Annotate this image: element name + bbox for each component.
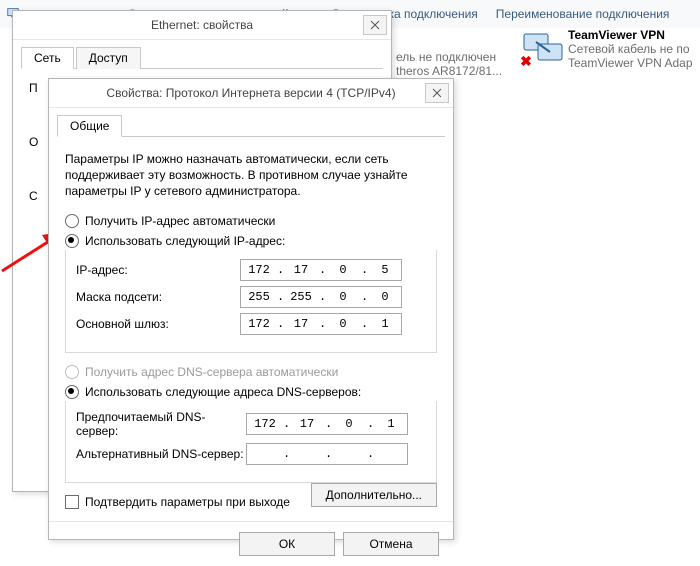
ip-group: IP-адрес: . . . Маска подсети: . . . О	[65, 250, 437, 353]
ipv4-window-titlebar[interactable]: Свойства: Протокол Интернета версии 4 (T…	[49, 79, 453, 108]
disconnected-x-icon: ✖	[519, 54, 533, 68]
input-gateway[interactable]: . . .	[240, 313, 402, 335]
dns2-o2[interactable]	[289, 446, 325, 462]
close-icon	[432, 88, 442, 98]
radio-manual-dns[interactable]	[65, 385, 79, 399]
vpn-adapter-status: Сетевой кабель не по	[568, 42, 700, 56]
ethernet-body-fragment3: С	[29, 189, 38, 203]
tab-network[interactable]: Сеть	[21, 47, 74, 69]
ethernet-tabs: Сеть Доступ	[21, 46, 383, 69]
ipv4-description: Параметры IP можно назначать автоматичес…	[65, 151, 437, 200]
dialog-button-row: ОК Отмена	[49, 521, 453, 566]
dns1-o3[interactable]	[331, 416, 367, 432]
gw-o3[interactable]	[325, 316, 361, 332]
cancel-button[interactable]: Отмена	[343, 532, 439, 556]
input-mask[interactable]: . . .	[240, 286, 402, 308]
close-icon	[370, 20, 380, 30]
label-mask: Маска подсети:	[76, 290, 240, 304]
label-ip: IP-адрес:	[76, 263, 240, 277]
bg-adapter-status: ель не подключен	[396, 50, 496, 64]
vpn-adapter-driver: TeamViewer VPN Adap	[568, 56, 700, 70]
ipv4-window-title: Свойства: Протокол Интернета версии 4 (T…	[106, 86, 395, 100]
tab-access[interactable]: Доступ	[76, 47, 141, 69]
mask-o1[interactable]	[241, 289, 277, 305]
vpn-adapter-title[interactable]: TeamViewer VPN	[568, 28, 700, 42]
mask-o2[interactable]	[283, 289, 319, 305]
checkbox-validate-on-exit[interactable]	[65, 495, 79, 509]
radio-auto-dns-label: Получить адрес DNS-сервера автоматически	[85, 365, 338, 379]
input-dns1[interactable]: . . .	[246, 413, 408, 435]
dns1-o4[interactable]	[373, 416, 409, 432]
radio-manual-ip-label: Использовать следующий IP-адрес:	[85, 234, 285, 248]
ethernet-body-fragment: П	[29, 81, 38, 95]
gw-o2[interactable]	[283, 316, 319, 332]
menu-rename[interactable]: Переименование подключения	[496, 7, 670, 21]
ipv4-close-button[interactable]	[425, 83, 449, 103]
tab-general[interactable]: Общие	[57, 115, 122, 137]
label-dns2: Альтернативный DNS-сервер:	[76, 447, 246, 461]
gw-o1[interactable]	[241, 316, 277, 332]
ipv4-properties-window: Свойства: Протокол Интернета версии 4 (T…	[48, 78, 454, 540]
ethernet-window-title: Ethernet: свойства	[151, 18, 253, 32]
ethernet-body-fragment2: О	[29, 135, 38, 149]
gw-o4[interactable]	[367, 316, 403, 332]
ipv4-tabs: Общие	[57, 114, 445, 137]
input-dns2[interactable]: . . .	[246, 443, 408, 465]
checkbox-validate-label: Подтвердить параметры при выходе	[85, 495, 290, 509]
advanced-button[interactable]: Дополнительно...	[311, 483, 437, 507]
label-gateway: Основной шлюз:	[76, 317, 240, 331]
ip-o1[interactable]	[241, 262, 277, 278]
radio-auto-ip[interactable]	[65, 214, 79, 228]
radio-auto-ip-label: Получить IP-адрес автоматически	[85, 214, 275, 228]
label-dns1: Предпочитаемый DNS-сервер:	[76, 410, 246, 438]
dns-group: Предпочитаемый DNS-сервер: . . . Альтерн…	[65, 401, 437, 483]
ethernet-close-button[interactable]	[363, 15, 387, 35]
dns1-o1[interactable]	[247, 416, 283, 432]
mask-o3[interactable]	[325, 289, 361, 305]
mask-o4[interactable]	[367, 289, 403, 305]
radio-manual-ip[interactable]	[65, 234, 79, 248]
ip-o2[interactable]	[283, 262, 319, 278]
radio-auto-dns	[65, 365, 79, 379]
radio-manual-dns-label: Использовать следующие адреса DNS-сервер…	[85, 385, 361, 399]
dns2-o4[interactable]	[373, 446, 409, 462]
ip-o4[interactable]	[367, 262, 403, 278]
ok-button[interactable]: ОК	[239, 532, 335, 556]
input-ip[interactable]: . . .	[240, 259, 402, 281]
ip-o3[interactable]	[325, 262, 361, 278]
dns2-o1[interactable]	[247, 446, 283, 462]
dns1-o2[interactable]	[289, 416, 325, 432]
dns2-o3[interactable]	[331, 446, 367, 462]
bg-adapter-driver: theros AR8172/81...	[396, 64, 502, 78]
ethernet-window-titlebar[interactable]: Ethernet: свойства	[13, 11, 391, 40]
